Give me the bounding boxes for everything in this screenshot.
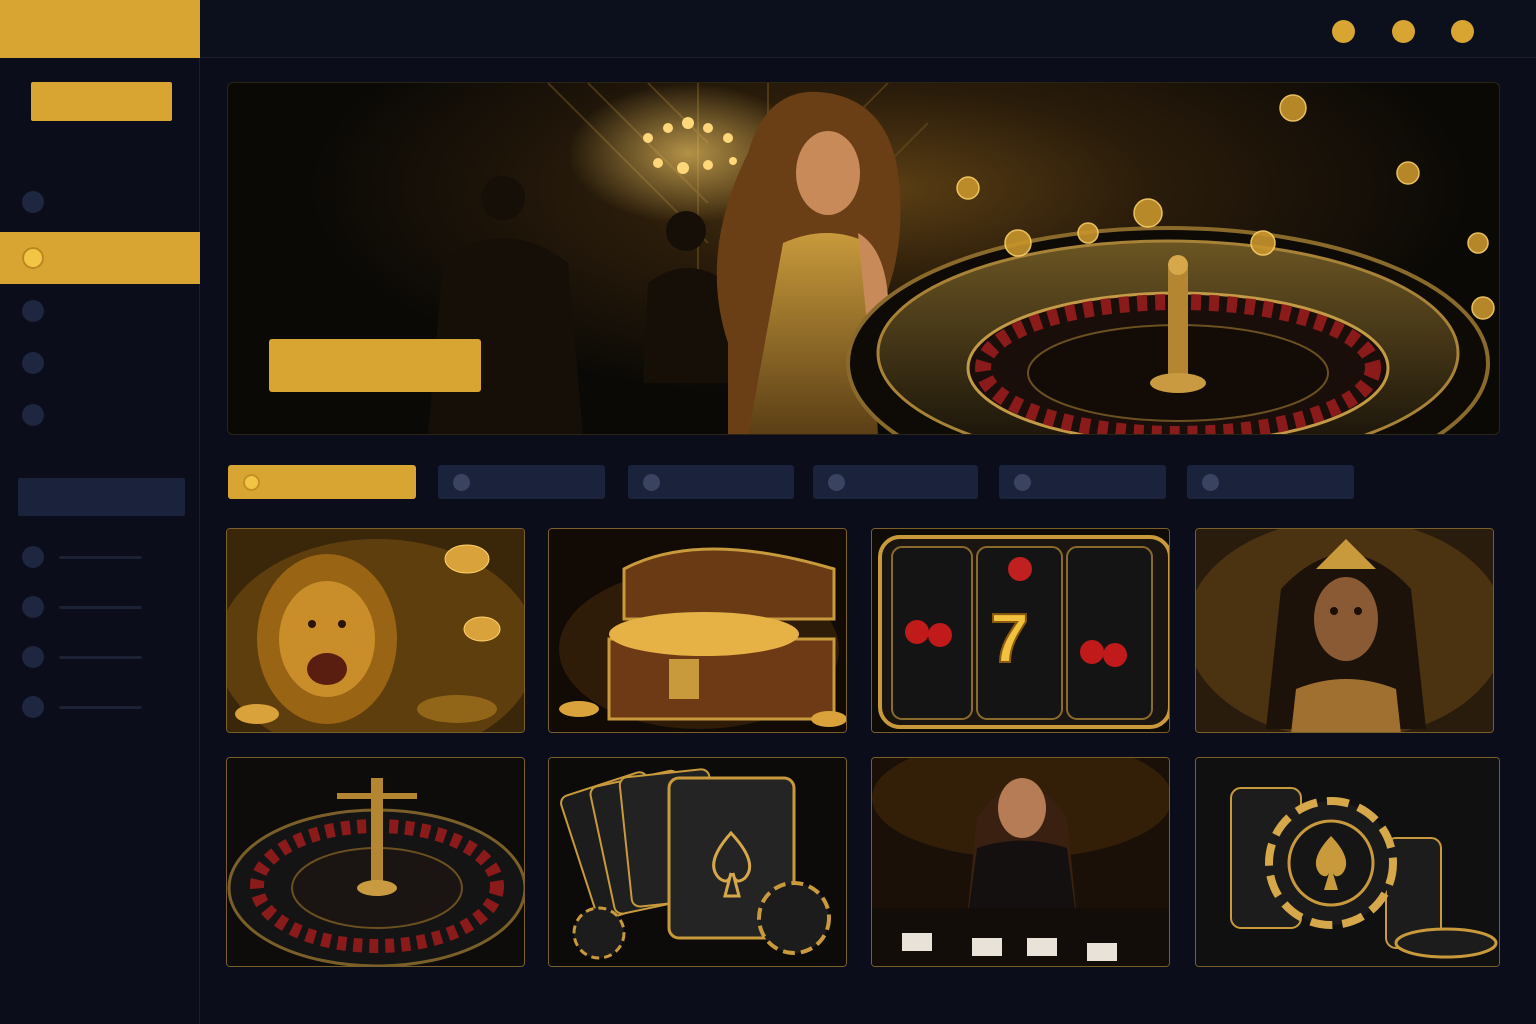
sidebar-sub-item-2[interactable]	[0, 592, 200, 622]
nav-item-icon	[22, 300, 44, 322]
game-tile-roulette[interactable]	[226, 757, 525, 967]
header-icon-1[interactable]	[1332, 20, 1355, 43]
game-tile-lion[interactable]	[226, 528, 525, 733]
sidebar-nav-item-5[interactable]	[0, 389, 200, 441]
poker-chips-icon	[1196, 758, 1499, 966]
nav-item-icon	[22, 247, 44, 269]
sub-item-label-placeholder	[59, 656, 142, 659]
filter-tab-icon	[243, 474, 260, 491]
sub-item-label-placeholder	[59, 706, 142, 709]
game-tile-live-dealer[interactable]	[871, 757, 1170, 967]
lion-slot-icon	[227, 529, 524, 732]
sub-item-icon	[22, 646, 44, 668]
sub-item-icon	[22, 696, 44, 718]
sub-item-icon	[22, 596, 44, 618]
brand-logo[interactable]	[0, 0, 200, 58]
nav-item-icon	[22, 352, 44, 374]
filter-tab-icon	[453, 474, 470, 491]
sub-item-label-placeholder	[59, 606, 142, 609]
nav-item-icon	[22, 191, 44, 213]
game-tile-cards[interactable]	[548, 757, 847, 967]
sidebar-nav-item-3[interactable]	[0, 285, 200, 337]
header-icon-2[interactable]	[1392, 20, 1415, 43]
sidebar-primary-button[interactable]	[31, 82, 172, 121]
filter-tab-6[interactable]	[1187, 465, 1354, 499]
filter-tab-4[interactable]	[813, 465, 978, 499]
slot-reels-seven-icon: 7	[872, 529, 1169, 732]
treasure-chest-icon	[549, 529, 846, 732]
filter-tab-1[interactable]	[228, 465, 416, 499]
filter-tab-2[interactable]	[438, 465, 605, 499]
roulette-wheel-icon	[227, 758, 524, 966]
sidebar-sub-item-3[interactable]	[0, 642, 200, 672]
filter-tab-icon	[1202, 474, 1219, 491]
hero-banner[interactable]	[227, 82, 1500, 435]
filter-tab-3[interactable]	[628, 465, 794, 499]
sidebar-nav-item-2[interactable]	[0, 232, 200, 284]
svg-text:7: 7	[990, 599, 1029, 677]
sidebar-nav-item-4[interactable]	[0, 337, 200, 389]
sub-item-icon	[22, 546, 44, 568]
filter-tab-icon	[1014, 474, 1031, 491]
game-tile-goddess[interactable]	[1195, 528, 1494, 733]
top-bar	[200, 0, 1536, 58]
sidebar-sub-item-4[interactable]	[0, 692, 200, 722]
sidebar-nav-item-1[interactable]	[0, 176, 200, 228]
sub-item-label-placeholder	[59, 556, 142, 559]
sidebar	[0, 58, 200, 1024]
filter-tab-5[interactable]	[999, 465, 1166, 499]
playing-cards-aces-icon	[549, 758, 846, 966]
nav-item-icon	[22, 404, 44, 426]
goddess-slot-icon	[1196, 529, 1493, 732]
hero-cta-button[interactable]	[269, 339, 481, 392]
sidebar-section-header[interactable]	[18, 478, 185, 516]
sidebar-sub-item-1[interactable]	[0, 542, 200, 572]
filter-tab-icon	[643, 474, 660, 491]
header-icon-3[interactable]	[1451, 20, 1474, 43]
game-tile-treasure[interactable]	[548, 528, 847, 733]
game-tile-slot-reels[interactable]: 7	[871, 528, 1170, 733]
filter-tab-icon	[828, 474, 845, 491]
game-tile-chips[interactable]	[1195, 757, 1500, 967]
live-dealer-icon	[872, 758, 1169, 966]
